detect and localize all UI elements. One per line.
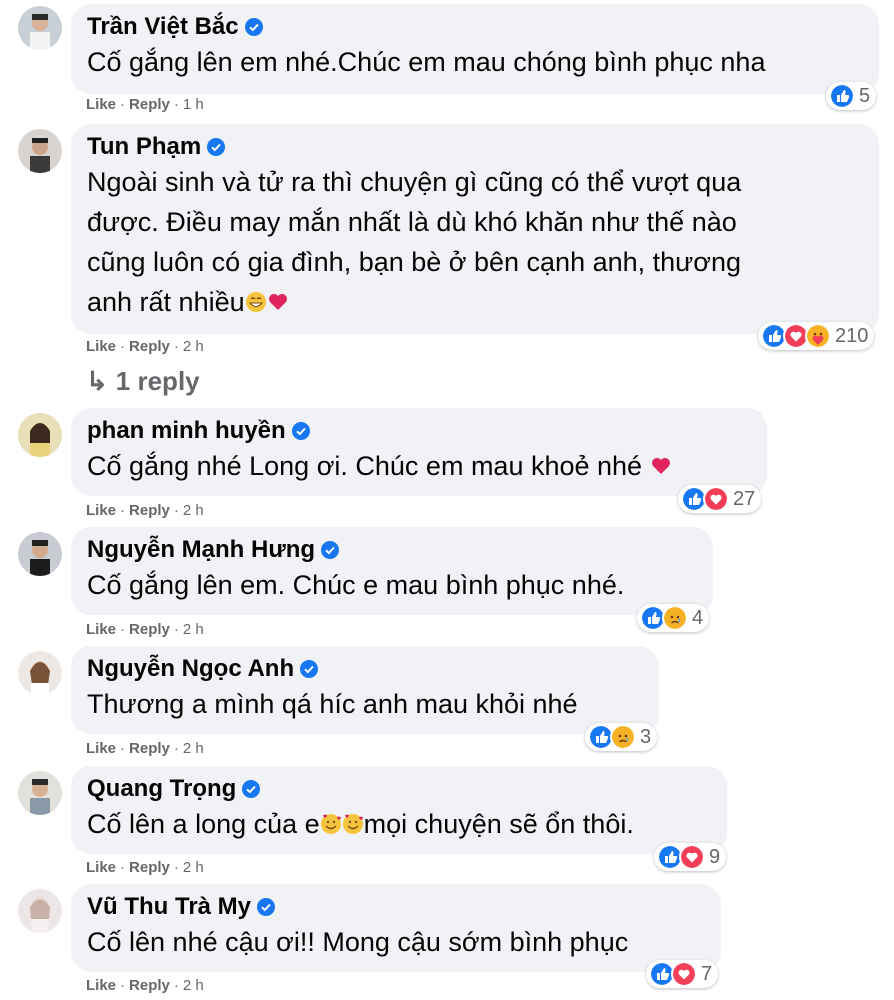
timestamp[interactable]: 2 h — [183, 859, 204, 876]
reaction-summary[interactable]: 210 — [758, 322, 875, 350]
avatar[interactable] — [18, 129, 62, 173]
comment-text: Cố lên a long của e mọi chuyện sẽ ổn thôi… — [87, 809, 634, 839]
reply-link[interactable]: Reply — [129, 96, 170, 113]
comment-text: Thương a mình qá híc anh mau khỏi nhé — [87, 689, 578, 719]
reaction-count: 5 — [859, 84, 871, 107]
sad-reaction-icon — [662, 605, 688, 631]
verified-badge-icon — [207, 138, 226, 156]
comment-text: Cố gắng lên em. Chúc e mau bình phục nhé… — [87, 570, 625, 600]
comment-bubble: Trần Việt Bắc Cố gắng lên em nhé.Chúc em… — [71, 4, 879, 94]
avatar[interactable] — [18, 532, 62, 576]
heart-emoji-icon — [268, 293, 287, 310]
author-name[interactable]: Nguyễn Ngọc Anh — [87, 655, 294, 683]
like-link[interactable]: Like — [86, 96, 116, 113]
like-link[interactable]: Like — [86, 502, 116, 519]
author-name[interactable]: Trần Việt Bắc — [87, 13, 239, 41]
reaction-summary[interactable]: 27 — [678, 485, 762, 513]
verified-badge-icon — [300, 660, 319, 678]
author-name[interactable]: phan minh huyền — [87, 417, 286, 445]
timestamp[interactable]: 1 h — [183, 96, 204, 113]
reply-link[interactable]: Reply — [129, 859, 170, 876]
comment-bubble: phan minh huyền Cố gắng nhé Long ơi. Chú… — [71, 408, 767, 496]
comment-bubble: Nguyễn Ngọc Anh Thương a mình qá híc anh… — [71, 646, 659, 734]
comment-text: Ngoài sinh và tử ra thì chuyện gì cũng c… — [87, 167, 742, 317]
author-name[interactable]: Quang Trọng — [87, 775, 236, 803]
author-name[interactable]: Vũ Thu Trà My — [87, 893, 251, 921]
comment-text: Cố lên nhé cậu ơi!! Mong cậu sớm bình ph… — [87, 927, 629, 957]
reaction-summary[interactable]: 3 — [585, 723, 658, 751]
grin-emoji-icon — [245, 291, 266, 312]
reaction-summary[interactable]: 7 — [646, 960, 719, 988]
comment-thread: Trần Việt Bắc Cố gắng lên em nhé.Chúc em… — [0, 0, 894, 1000]
comment-bubble: Vũ Thu Trà My Cố lên nhé cậu ơi!! Mong c… — [71, 884, 721, 972]
love-reaction-icon — [671, 961, 697, 987]
author-name[interactable]: Nguyễn Mạnh Hưng — [87, 536, 315, 564]
verified-badge-icon — [244, 18, 263, 36]
reaction-count: 3 — [640, 725, 652, 748]
reaction-count: 7 — [701, 962, 713, 985]
comment-actions: Like · Reply · 2 h — [86, 621, 204, 638]
reply-link[interactable]: Reply — [129, 977, 170, 994]
view-replies-link[interactable]: ↳ 1 reply — [86, 366, 200, 397]
care-reaction-icon — [805, 323, 831, 349]
like-reaction-icon — [829, 83, 855, 109]
comment-actions: Like · Reply · 2 h — [86, 338, 204, 355]
reply-link[interactable]: Reply — [129, 338, 170, 355]
reply-link[interactable]: Reply — [129, 502, 170, 519]
comment-bubble: Nguyễn Mạnh Hưng Cố gắng lên em. Chúc e … — [71, 527, 713, 615]
comment-actions: Like · Reply · 2 h — [86, 502, 204, 519]
verified-badge-icon — [291, 422, 310, 440]
reaction-summary[interactable]: 4 — [637, 604, 710, 632]
reaction-count: 27 — [733, 487, 756, 510]
avatar[interactable] — [18, 413, 62, 457]
heart-emoji-icon — [651, 457, 670, 474]
comment-text: Cố gắng lên em nhé.Chúc em mau chóng bìn… — [87, 47, 766, 77]
like-link[interactable]: Like — [86, 977, 116, 994]
comment-actions: Like · Reply · 2 h — [86, 859, 204, 876]
reaction-count: 210 — [835, 324, 869, 347]
love-reaction-icon — [703, 486, 729, 512]
sad-reaction-icon — [610, 724, 636, 750]
reaction-summary[interactable]: 5 — [826, 82, 877, 110]
avatar[interactable] — [18, 889, 62, 933]
reaction-count: 9 — [709, 845, 721, 868]
reply-arrow-icon: ↳ — [86, 366, 108, 396]
smiling-hearts-emoji-icon — [342, 813, 363, 834]
comment-actions: Like · Reply · 1 h — [86, 96, 204, 113]
comment-bubble: Tun Phạm Ngoài sinh và tử ra thì chuyện … — [71, 124, 879, 334]
verified-badge-icon — [257, 898, 276, 916]
reaction-count: 4 — [692, 606, 704, 629]
avatar[interactable] — [18, 771, 62, 815]
like-link[interactable]: Like — [86, 338, 116, 355]
reply-link[interactable]: Reply — [129, 740, 170, 757]
comment-bubble: Quang Trọng Cố lên a long của e mọi chuyệ… — [71, 766, 727, 854]
avatar[interactable] — [18, 6, 62, 50]
verified-badge-icon — [321, 541, 340, 559]
timestamp[interactable]: 2 h — [183, 977, 204, 994]
timestamp[interactable]: 2 h — [183, 502, 204, 519]
comment-actions: Like · Reply · 2 h — [86, 740, 204, 757]
timestamp[interactable]: 2 h — [183, 740, 204, 757]
like-link[interactable]: Like — [86, 740, 116, 757]
love-reaction-icon — [679, 844, 705, 870]
comment-actions: Like · Reply · 2 h — [86, 977, 204, 994]
timestamp[interactable]: 2 h — [183, 338, 204, 355]
avatar[interactable] — [18, 651, 62, 695]
like-link[interactable]: Like — [86, 621, 116, 638]
reaction-summary[interactable]: 9 — [654, 843, 727, 871]
verified-badge-icon — [242, 780, 261, 798]
comment-text: Cố gắng nhé Long ơi. Chúc em mau khoẻ nh… — [87, 446, 751, 486]
timestamp[interactable]: 2 h — [183, 621, 204, 638]
reply-link[interactable]: Reply — [129, 621, 170, 638]
author-name[interactable]: Tun Phạm — [87, 133, 201, 161]
smiling-hearts-emoji-icon — [320, 813, 341, 834]
like-link[interactable]: Like — [86, 859, 116, 876]
